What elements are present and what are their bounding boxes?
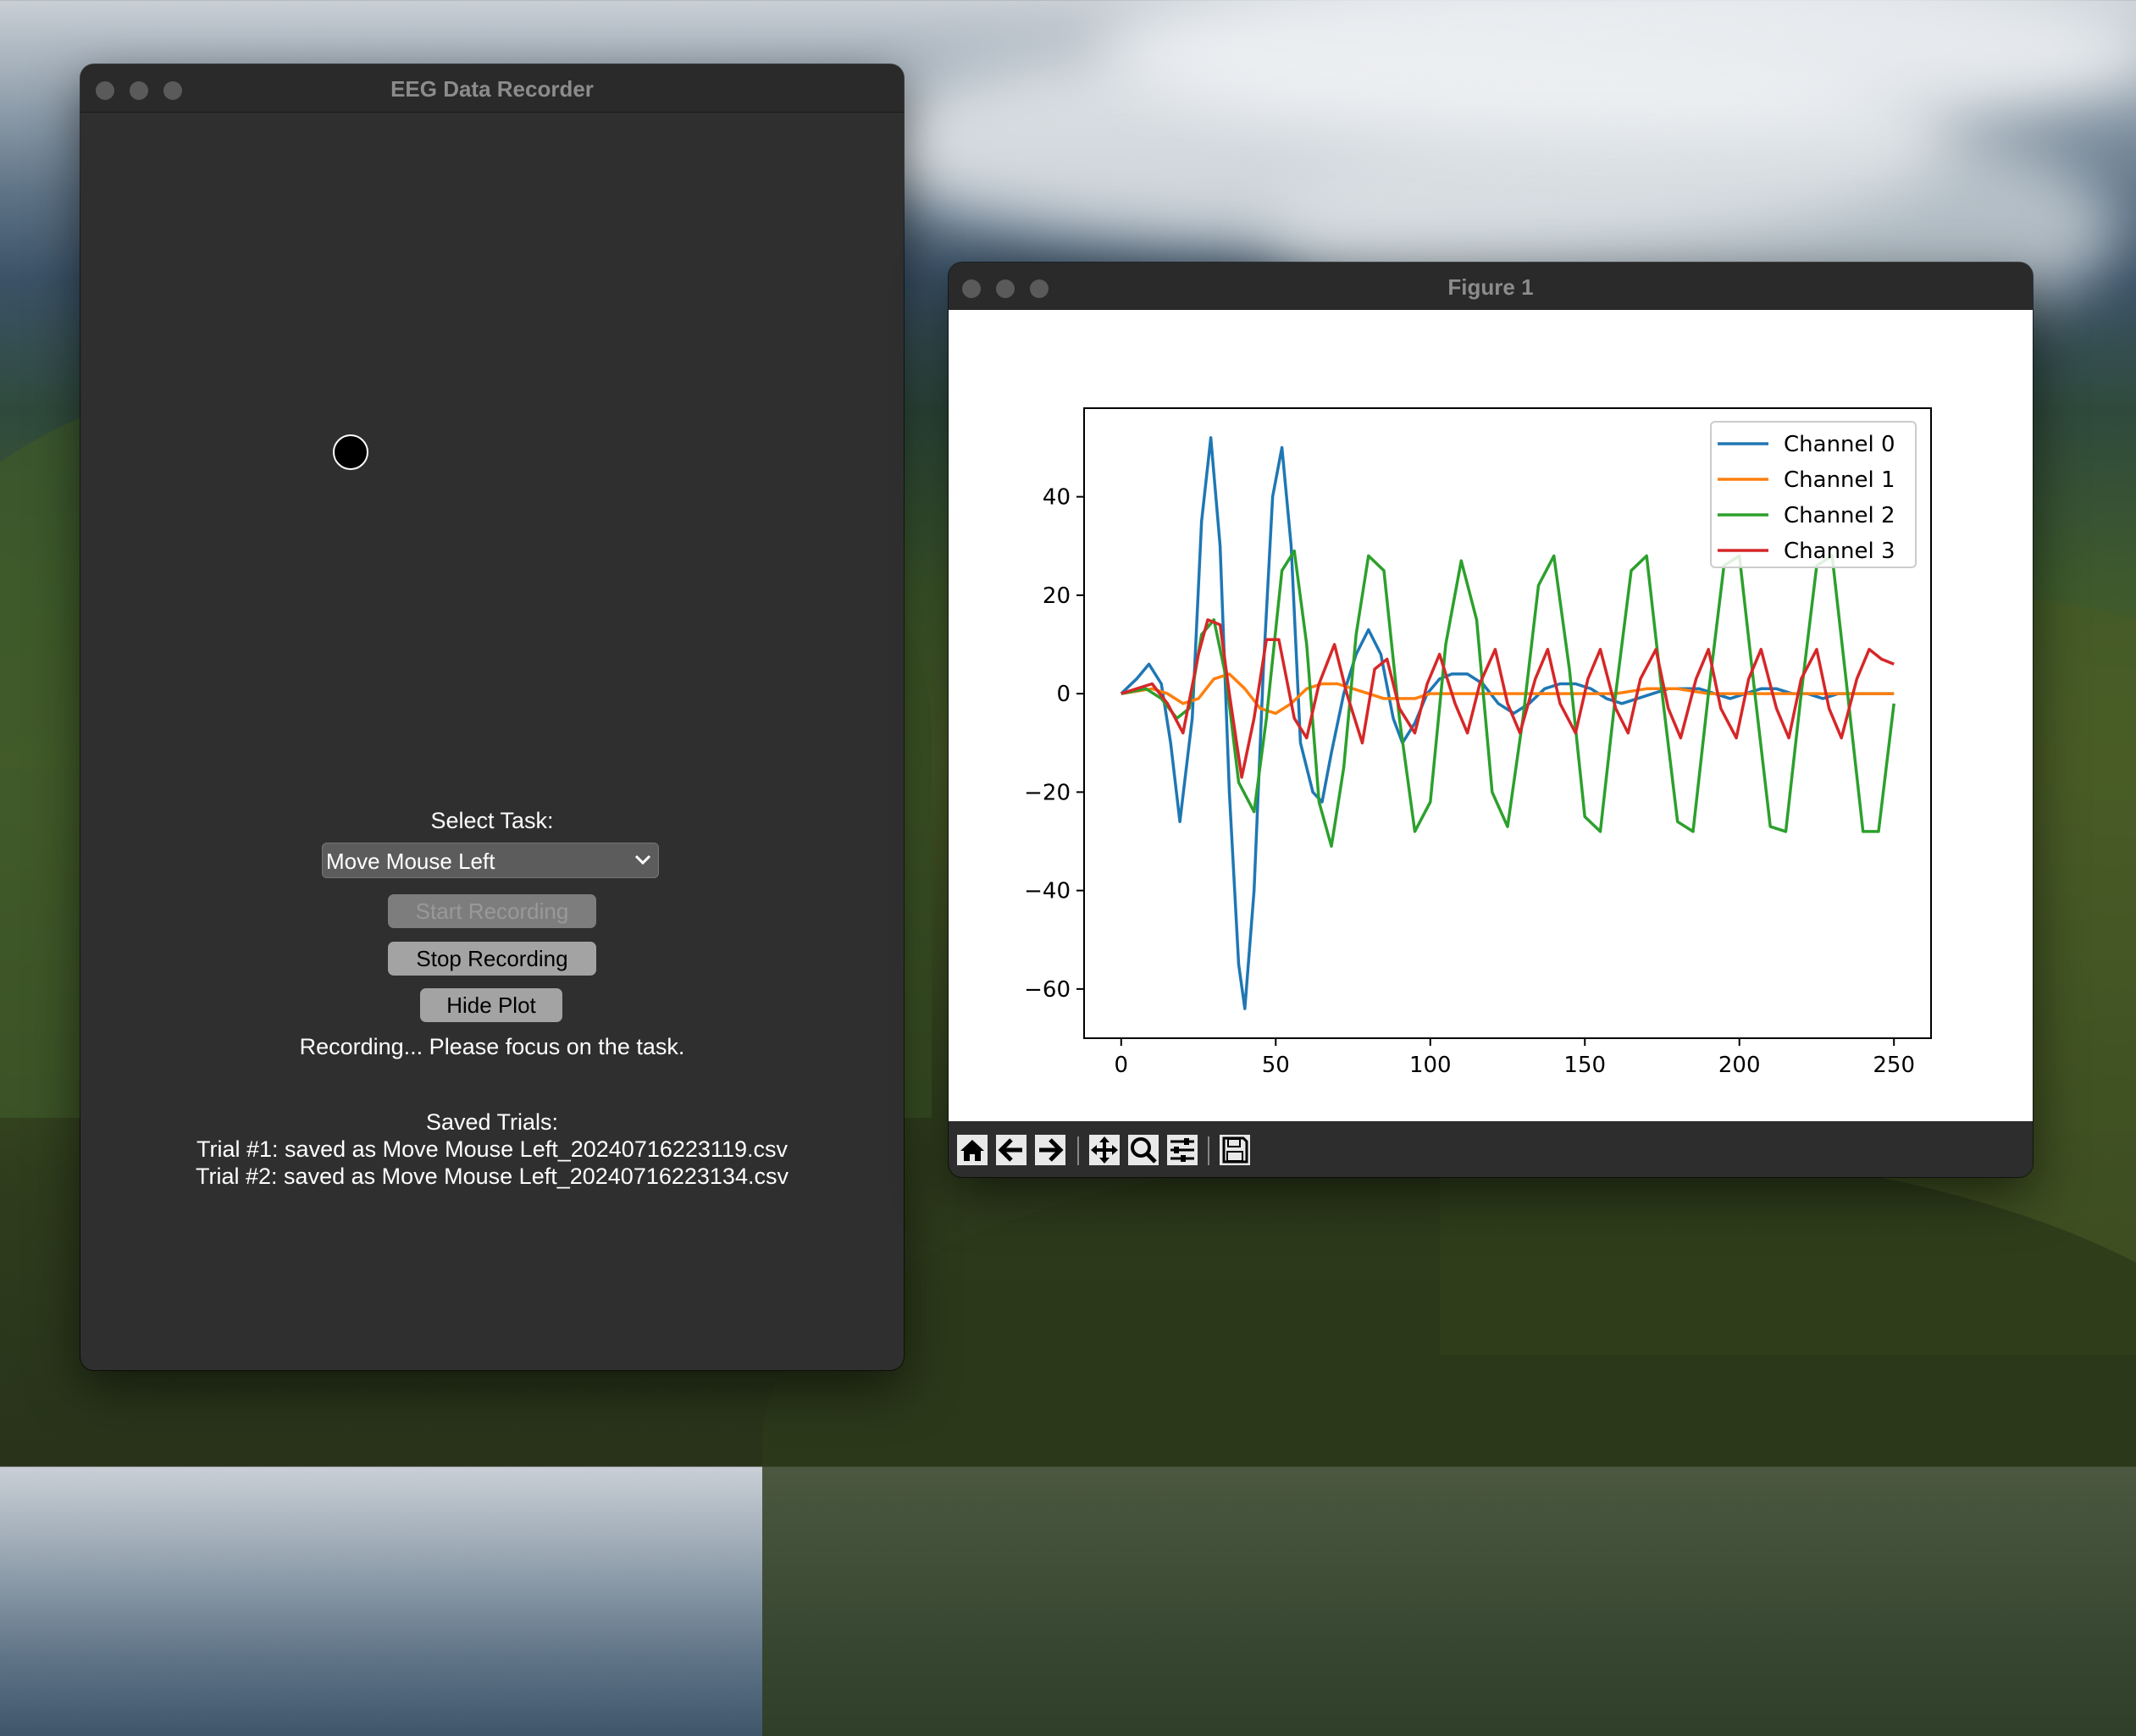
y-tick-label: 0 — [1056, 682, 1071, 707]
recorder-window: EEG Data Recorder Select Task: Move Mous… — [80, 64, 904, 1370]
saved-trial-item: Trial #1: saved as Move Mouse Left_20240… — [196, 1136, 788, 1162]
y-tick-label: −40 — [1024, 879, 1071, 904]
back-arrow-icon[interactable] — [994, 1133, 1028, 1167]
stop-recording-button[interactable]: Stop Recording — [388, 942, 596, 976]
x-tick-label: 150 — [1563, 1053, 1606, 1078]
configure-subplots-icon[interactable] — [1165, 1133, 1199, 1167]
x-tick-label: 200 — [1718, 1053, 1761, 1078]
saved-trial-item: Trial #2: saved as Move Mouse Left_20240… — [196, 1164, 789, 1189]
series-line-channel-1 — [1121, 672, 1895, 716]
line-chart: 0 50 100 150 200 250 −60 −40 −20 0 20 40 Channel 0 Ch… — [1024, 407, 1932, 1078]
figure-window-title: Figure 1 — [1447, 274, 1534, 300]
x-tick-label: 250 — [1873, 1053, 1915, 1078]
figure-window: Figure 1 0 50 100 150 200 250 −60 −40 −20 0 20 40 Ch… — [949, 263, 2033, 1177]
saved-trials-header: Saved Trials: — [425, 1109, 559, 1135]
home-icon[interactable] — [955, 1133, 989, 1167]
legend-entry: Channel 3 — [1784, 539, 1895, 564]
chevron-down-icon — [634, 854, 651, 865]
y-tick-label: −60 — [1024, 977, 1071, 1003]
target-dot — [333, 434, 368, 470]
legend-entry: Channel 0 — [1784, 432, 1895, 457]
series-line-channel-3 — [1121, 618, 1895, 779]
y-tick-label: 40 — [1043, 485, 1071, 511]
y-tick-label: 20 — [1043, 583, 1071, 609]
recorder-window-title: EEG Data Recorder — [390, 76, 594, 102]
task-select-value: Move Mouse Left — [326, 849, 495, 874]
pan-icon[interactable] — [1087, 1133, 1121, 1167]
figure-titlebar[interactable]: Figure 1 — [949, 263, 2033, 311]
toolbar-separator — [1077, 1136, 1079, 1165]
toolbar-separator — [1208, 1136, 1209, 1165]
status-text: Recording... Please focus on the task. — [299, 1034, 685, 1059]
figure-canvas[interactable]: 0 50 100 150 200 250 −60 −40 −20 0 20 40 Channel 0 Ch… — [949, 310, 2033, 1121]
select-task-label: Select Task: — [430, 808, 554, 833]
zoom-icon[interactable] — [1126, 1133, 1160, 1167]
legend-entry: Channel 2 — [1784, 503, 1895, 528]
x-tick-label: 100 — [1409, 1053, 1452, 1078]
x-tick-label: 0 — [1115, 1053, 1129, 1078]
forward-arrow-icon[interactable] — [1033, 1133, 1067, 1167]
save-icon[interactable] — [1218, 1133, 1252, 1167]
hide-plot-button[interactable]: Hide Plot — [420, 988, 562, 1022]
start-recording-button[interactable]: Start Recording — [388, 894, 596, 928]
legend-entry: Channel 1 — [1784, 467, 1895, 493]
x-tick-label: 50 — [1262, 1053, 1290, 1078]
task-select[interactable]: Move Mouse Left — [322, 843, 659, 878]
y-tick-label: −20 — [1024, 780, 1071, 805]
recorder-titlebar[interactable]: EEG Data Recorder — [80, 64, 904, 113]
matplotlib-toolbar — [949, 1121, 2033, 1177]
